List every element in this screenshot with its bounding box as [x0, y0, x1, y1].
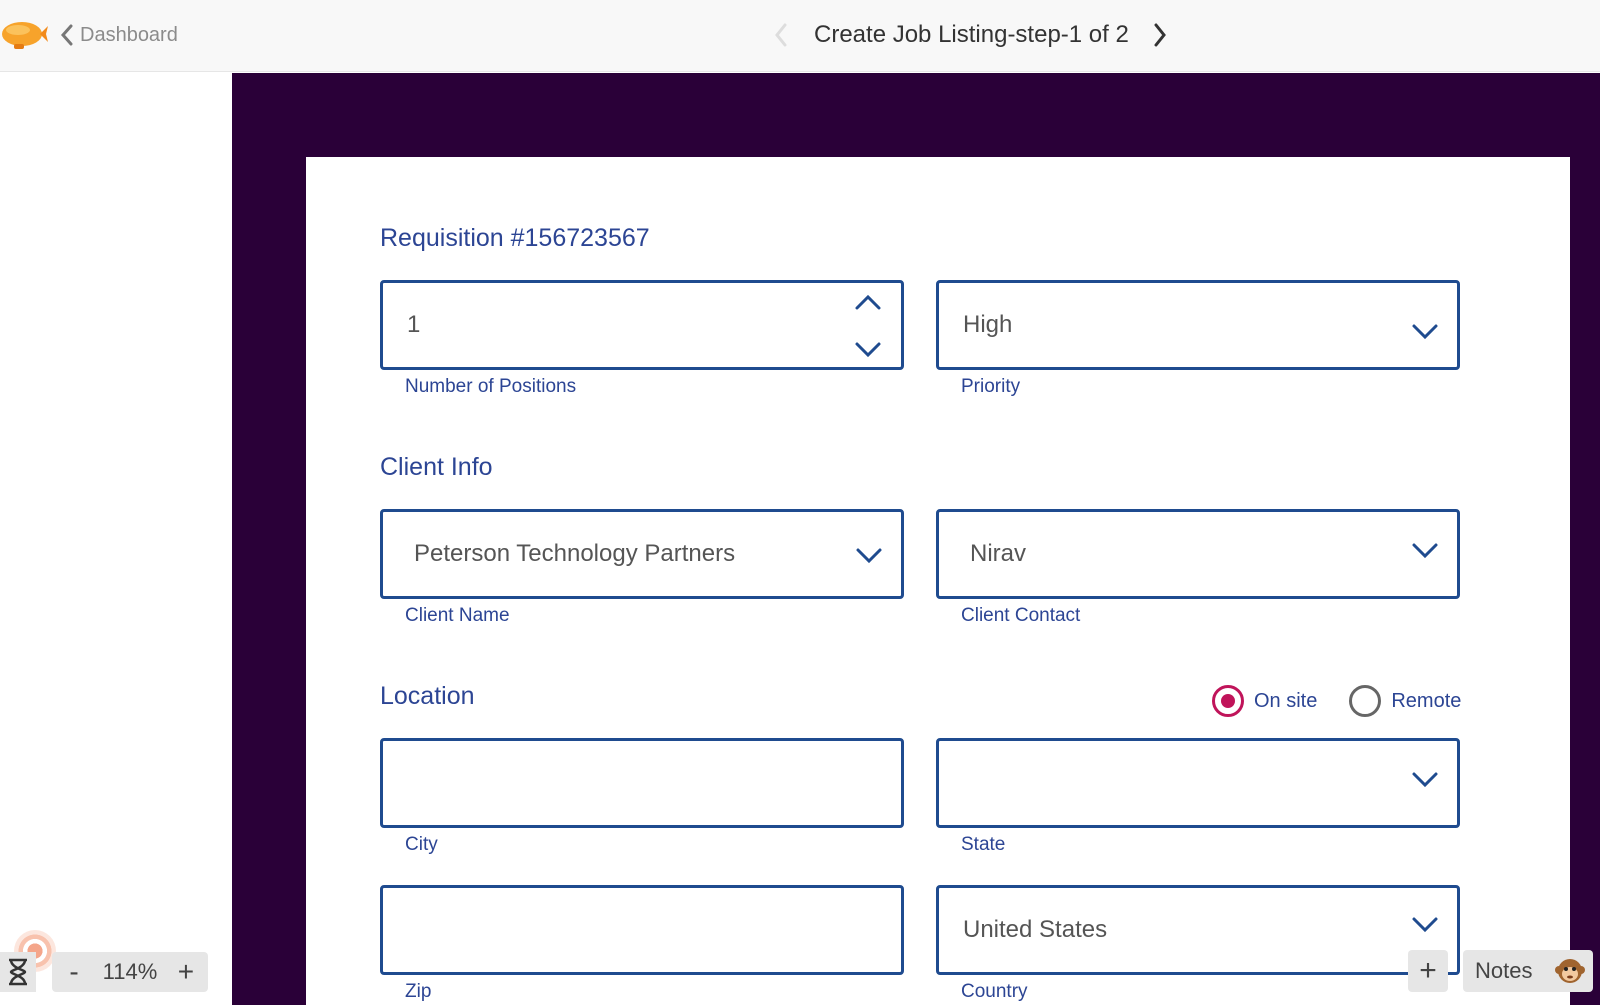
chevron-down-icon	[1412, 543, 1438, 559]
location-title: Location	[380, 682, 475, 710]
zoom-control: - 114% +	[52, 952, 208, 992]
chevron-down-icon	[1412, 917, 1438, 933]
zoom-in-button[interactable]: +	[176, 952, 196, 992]
stepper-controls	[853, 293, 883, 359]
notes-button[interactable]: Notes	[1463, 950, 1593, 992]
zip-label: Zip	[405, 981, 432, 1002]
chevron-right-icon	[1154, 23, 1166, 47]
country-label: Country	[961, 981, 1028, 1002]
country-select[interactable]: United States	[936, 885, 1460, 975]
radio-unselected-icon	[1349, 685, 1382, 717]
client-contact-value: Nirav	[970, 540, 1027, 567]
radio-on-site-label: On site	[1254, 689, 1318, 712]
country-value: United States	[963, 916, 1108, 943]
client-contact-select[interactable]: Nirav	[936, 509, 1460, 599]
next-step-button[interactable]	[1149, 20, 1171, 50]
priority-select[interactable]: High	[936, 280, 1460, 370]
city-field[interactable]	[380, 738, 904, 828]
chevron-left-icon	[60, 24, 73, 46]
radio-remote[interactable]: Remote	[1349, 685, 1461, 717]
chevron-left-icon	[775, 23, 787, 47]
chevron-down-icon	[1412, 772, 1438, 788]
state-label: State	[961, 834, 1006, 855]
client-contact-label: Client Contact	[961, 605, 1081, 626]
dashboard-back-link[interactable]: Dashboard	[60, 19, 178, 51]
chevron-up-icon[interactable]	[854, 293, 882, 311]
chevron-down-icon	[1412, 324, 1438, 339]
city-label: City	[405, 834, 438, 855]
page-title: Create Job Listing-step-1 of 2	[814, 21, 1129, 48]
zoom-out-button[interactable]: -	[64, 952, 84, 992]
client-name-select[interactable]: Peterson Technology Partners	[380, 509, 904, 599]
monkey-icon	[1555, 959, 1585, 983]
client-info-title: Client Info	[380, 453, 493, 481]
positions-stepper[interactable]: 1	[380, 280, 904, 370]
location-type-radio-group: On site Remote	[1212, 684, 1461, 718]
left-panel	[0, 73, 232, 1005]
radio-on-site[interactable]: On site	[1212, 685, 1317, 717]
client-name-value: Peterson Technology Partners	[414, 540, 736, 567]
positions-value: 1	[407, 311, 421, 338]
top-bar: Dashboard Create Job Listing-step-1 of 2	[0, 0, 1600, 72]
chevron-down-icon	[856, 548, 882, 563]
requisition-title: Requisition #156723567	[380, 224, 650, 252]
chevron-down-icon[interactable]	[854, 341, 882, 359]
state-select[interactable]	[936, 738, 1460, 828]
hourglass-button[interactable]	[0, 952, 36, 992]
add-note-button[interactable]: +	[1408, 950, 1448, 992]
previous-step-button[interactable]	[770, 20, 792, 50]
step-navigation: Create Job Listing-step-1 of 2	[770, 16, 1171, 54]
client-name-label: Client Name	[405, 605, 510, 626]
priority-value: High	[963, 311, 1013, 338]
dashboard-label: Dashboard	[80, 23, 178, 46]
zip-field[interactable]	[380, 885, 904, 975]
blimp-logo-icon[interactable]	[0, 14, 48, 54]
priority-label: Priority	[961, 376, 1021, 397]
hourglass-icon	[9, 958, 27, 986]
notes-label: Notes	[1475, 958, 1533, 983]
positions-label: Number of Positions	[405, 376, 577, 397]
radio-selected-icon	[1212, 685, 1244, 717]
zoom-level: 114%	[102, 959, 158, 984]
radio-remote-label: Remote	[1391, 689, 1462, 712]
